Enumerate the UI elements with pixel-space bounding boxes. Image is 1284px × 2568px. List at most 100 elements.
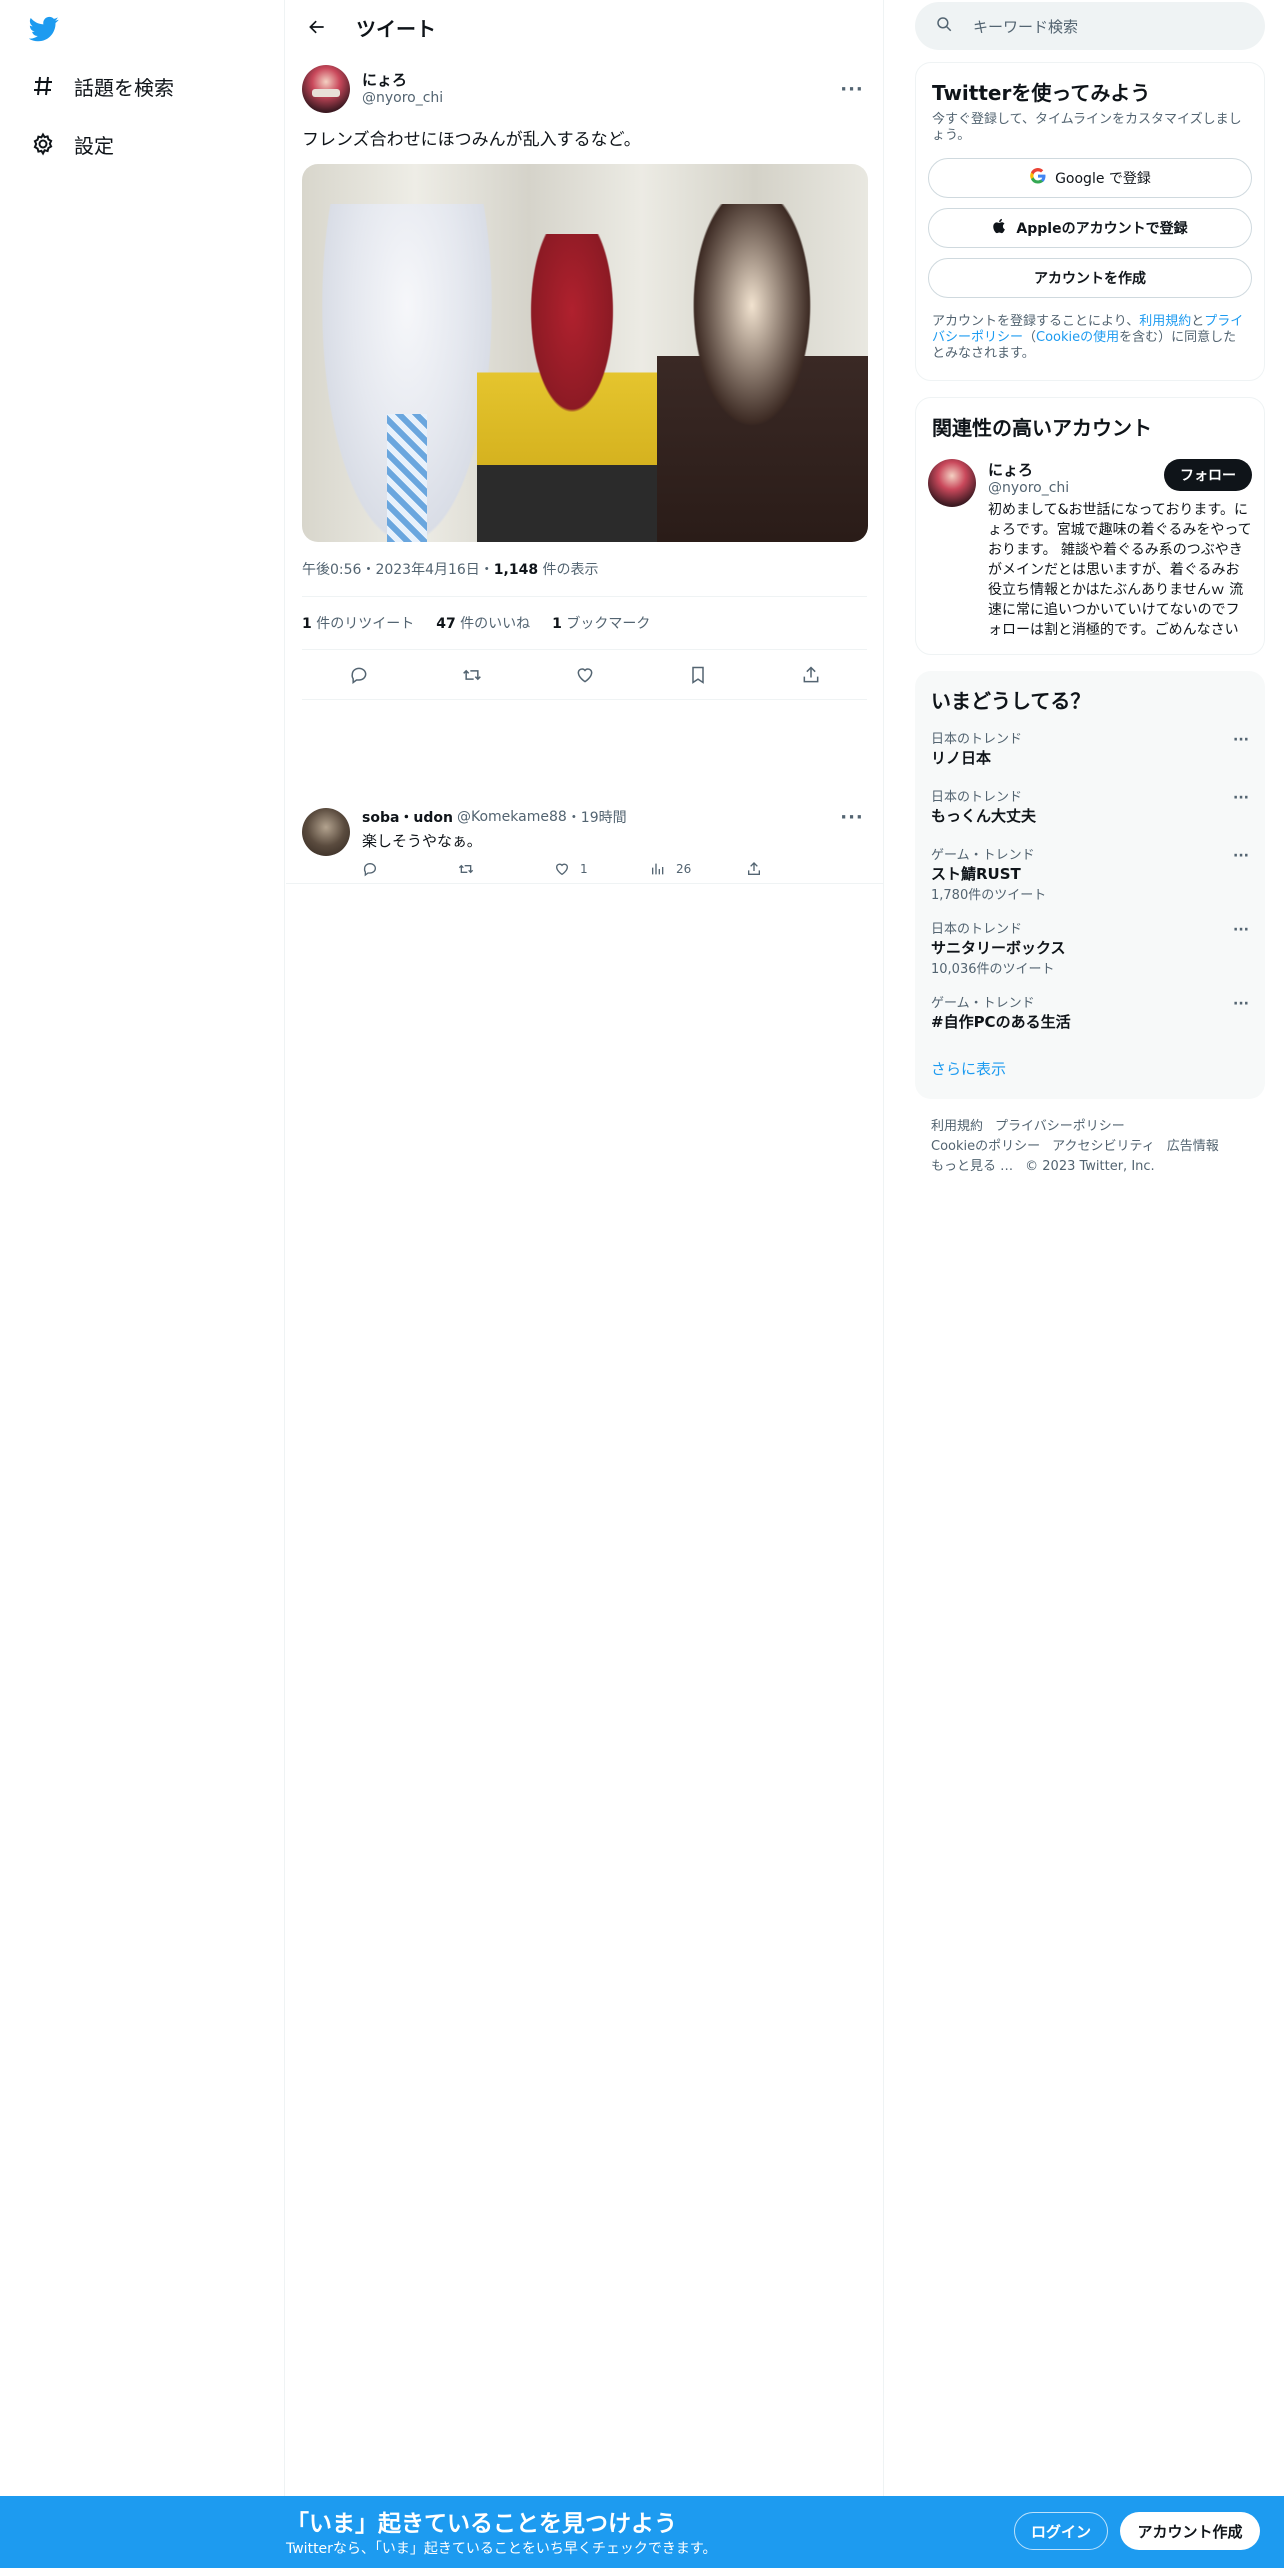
related-title: 関連性の高いアカウント [932, 416, 1152, 440]
footer-link[interactable]: アクセシビリティ [1052, 1139, 1155, 1154]
apple-icon [992, 217, 1008, 239]
copyright: © 2023 Twitter, Inc. [1025, 1159, 1155, 1174]
trend-item[interactable]: 日本のトレンド サニタリーボックス 10,036件のツイート ··· [931, 922, 1249, 978]
reply-icon[interactable] [362, 861, 458, 877]
trend-item[interactable]: 日本のトレンド もっくん大丈夫 ··· [931, 790, 1249, 826]
tweet-stats: 1 件のリツイート 47 件のいいね 1 ブックマーク [302, 596, 867, 650]
photo-figure-right [657, 204, 868, 542]
tweet-detail: にょろ @nyoro_chi ··· フレンズ合わせにほつみんが乱入するなど。 … [286, 54, 883, 700]
hashtag-icon [28, 71, 58, 101]
views-button[interactable]: 26 [650, 861, 746, 877]
trends-title: いまどうしてる？ [931, 689, 1091, 713]
related-account[interactable]: にょろ @nyoro_chi 初めまして&お世話になっております。にょろです。宮… [928, 459, 1252, 640]
left-nav: 話題を検索 設定 [0, 0, 285, 2496]
footer-link[interactable]: 広告情報 [1167, 1139, 1219, 1154]
login-button[interactable]: ログイン [1014, 2512, 1108, 2550]
reply-icon[interactable] [342, 658, 376, 692]
twitter-bird-icon[interactable] [28, 14, 59, 44]
views-chart-icon [652, 863, 664, 875]
more-options-icon[interactable]: ··· [1233, 790, 1249, 806]
avatar[interactable] [928, 459, 976, 507]
banner-subtext: Twitterなら、「いま」起きていることをいち早くチェックできます。 [286, 2541, 717, 2557]
footer-link[interactable]: 利用規約 [931, 1119, 983, 1134]
google-signup-button[interactable]: Google で登録 [928, 158, 1252, 198]
trend-item[interactable]: ゲーム・トレンド #自作PCのある生活 ··· [931, 996, 1249, 1032]
create-account-button[interactable]: アカウントを作成 [928, 258, 1252, 298]
apple-signup-button[interactable]: Appleのアカウントで登録 [928, 208, 1252, 248]
like-icon[interactable] [568, 658, 602, 692]
more-options-icon[interactable]: ··· [1233, 996, 1249, 1012]
signup-button[interactable]: アカウント作成 [1120, 2512, 1260, 2550]
reply-author-name[interactable]: soba・udon [362, 807, 453, 827]
gear-icon [28, 129, 58, 159]
search-input[interactable]: キーワード検索 [915, 2, 1265, 50]
author-handle[interactable]: @nyoro_chi [362, 89, 837, 107]
follow-button[interactable]: フォロー [1164, 459, 1252, 491]
like-button[interactable]: 1 [554, 861, 650, 877]
more-options-icon[interactable]: ··· [837, 807, 867, 828]
signup-legal: アカウントを登録することにより、利用規約とプライバシーポリシー（Cookieの使… [932, 314, 1244, 361]
create-account-label: アカウントを作成 [1034, 271, 1146, 287]
nav-explore[interactable]: 話題を検索 [28, 66, 174, 106]
reply-author-handle[interactable]: @Komekame88 [457, 809, 567, 825]
share-icon[interactable] [794, 658, 828, 692]
right-sidebar: キーワード検索 Twitterを使ってみよう 今すぐ登録して、タイムラインをカス… [915, 0, 1265, 1177]
page-title: ツイート [356, 16, 436, 41]
search-placeholder: キーワード検索 [973, 17, 1079, 36]
more-options-icon[interactable]: ··· [837, 74, 867, 104]
back-arrow-icon[interactable] [300, 10, 334, 44]
bookmarks-stat[interactable]: 1 ブックマーク [552, 613, 650, 633]
bookmark-icon[interactable] [681, 658, 715, 692]
reply-view-count: 26 [676, 862, 692, 876]
footer-link[interactable]: プライバシーポリシー [995, 1119, 1125, 1134]
author-name[interactable]: にょろ [362, 71, 837, 89]
page-header: ツイート [286, 0, 883, 54]
trend-item[interactable]: 日本のトレンド リノ日本 ··· [931, 732, 1249, 768]
cookie-link[interactable]: Cookieの使用 [1036, 330, 1119, 345]
retweet-icon[interactable] [458, 861, 554, 877]
main-column: ツイート にょろ @nyoro_chi ··· フレンズ合わせにほつみんが乱入す… [286, 0, 884, 2496]
views-label: 件の表示 [538, 562, 599, 578]
show-more-link[interactable]: さらに表示 [931, 1058, 1249, 1079]
search-icon [935, 15, 953, 37]
google-icon [1029, 167, 1047, 189]
reply-like-count: 1 [580, 862, 588, 876]
nav-explore-label: 話題を検索 [74, 75, 174, 100]
nav-settings-label: 設定 [74, 133, 114, 158]
reply-time[interactable]: ・19時間 [567, 807, 627, 827]
share-icon[interactable] [746, 861, 842, 877]
google-signup-label: Google で登録 [1055, 171, 1151, 187]
avatar[interactable] [302, 808, 350, 856]
footer-link[interactable]: Cookieのポリシー [931, 1139, 1040, 1154]
views-count: 1,148 [493, 562, 539, 578]
tweet-text: フレンズ合わせにほつみんが乱入するなど。 [302, 130, 641, 150]
nav-settings[interactable]: 設定 [28, 124, 114, 164]
reply-tweet[interactable]: soba・udon @Komekame88 ・19時間 ··· 楽しそうやなぁ。… [286, 796, 883, 884]
avatar[interactable] [302, 65, 350, 113]
signup-title: Twitterを使ってみよう [932, 81, 1151, 105]
footer-more-link[interactable]: もっと見る … [931, 1159, 1013, 1174]
terms-link[interactable]: 利用規約 [1139, 314, 1191, 329]
retweets-stat[interactable]: 1 件のリツイート [302, 613, 414, 633]
like-icon [555, 863, 569, 876]
trend-item[interactable]: ゲーム・トレンド スト鯖RUST 1,780件のツイート ··· [931, 848, 1249, 904]
related-bio: 初めまして&お世話になっております。にょろです。宮城で趣味の着ぐるみをやっており… [988, 502, 1252, 638]
more-options-icon[interactable]: ··· [1233, 848, 1249, 864]
tweet-photo[interactable] [302, 164, 868, 542]
related-accounts-card: 関連性の高いアカウント にょろ @nyoro_chi 初めまして&お世話になって… [915, 397, 1265, 655]
likes-stat[interactable]: 47 件のいいね [436, 613, 530, 633]
sidebar-footer: 利用規約 プライバシーポリシー Cookieのポリシー アクセシビリティ 広告情報 も… [931, 1117, 1249, 1177]
reply-actions: 1 26 [362, 861, 867, 877]
apple-signup-label: Appleのアカウントで登録 [1016, 221, 1188, 237]
more-options-icon[interactable]: ··· [1233, 922, 1249, 938]
tweet-time[interactable]: 午後0:56・2023年4月16日・ [302, 562, 494, 578]
tweet-author: にょろ @nyoro_chi ··· [302, 64, 867, 114]
signup-subtitle: 今すぐ登録して、タイムラインをカスタマイズしましょう。 [932, 112, 1242, 143]
banner-headline: 「いま」起きていることを見つけよう [286, 2511, 677, 2537]
reply-text: 楽しそうやなぁ。 [362, 832, 482, 850]
more-options-icon[interactable]: ··· [1233, 732, 1249, 748]
retweet-icon[interactable] [455, 658, 489, 692]
tweet-meta: 午後0:56・2023年4月16日・1,148 件の表示 [302, 560, 867, 580]
signup-card: Twitterを使ってみよう 今すぐ登録して、タイムラインをカスタマイズしましょ… [915, 62, 1265, 381]
